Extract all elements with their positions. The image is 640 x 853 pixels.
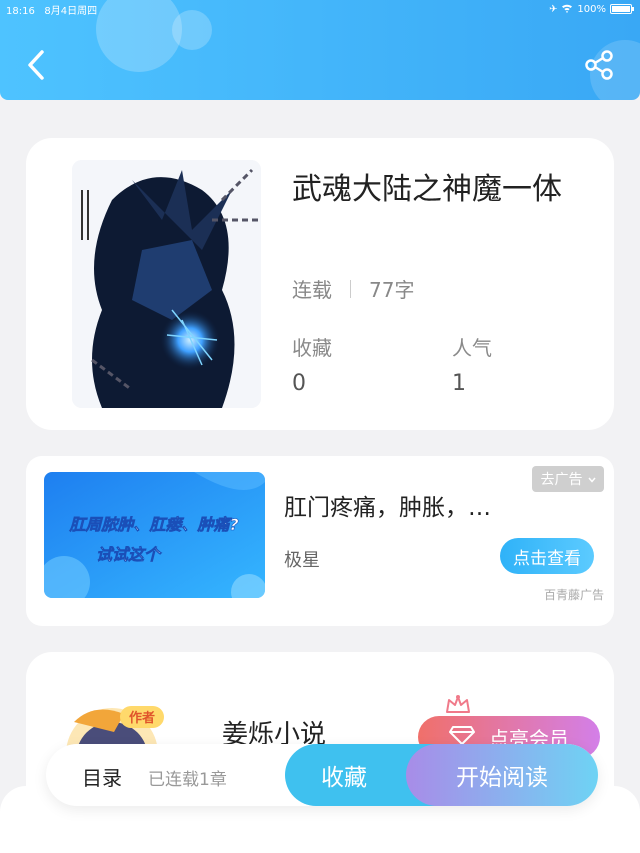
favorites-label: 收藏 (292, 336, 332, 360)
ad-source: 极星 (284, 550, 320, 571)
ad-image-text-2: 试试这个 (96, 545, 162, 564)
remove-ad-button[interactable]: 去广告 (532, 466, 604, 492)
ad-image-text-1: 肛周脓肿、肛瘘、肿痛? (68, 515, 238, 534)
crown-icon (444, 694, 472, 716)
book-cover-image[interactable] (72, 160, 261, 408)
chapter-count[interactable]: 已连载1章 (148, 765, 227, 790)
status-time: 18:16 (6, 5, 35, 17)
popularity-stat: 人气 1 (452, 332, 492, 396)
meta-divider (350, 279, 351, 298)
bottom-action-bar: 目录 已连载1章 收藏 开始阅读 (46, 744, 598, 806)
ad-card[interactable]: 肛周脓肿、肛瘘、肿痛? 试试这个 去广告 肛门疼痛，肿胀，… 极星 点击查看 百… (26, 456, 614, 626)
book-title: 武魂大陆之神魔一体 (292, 172, 562, 207)
battery-percent: 100% (577, 3, 606, 15)
share-icon (585, 50, 613, 80)
ad-image[interactable]: 肛周脓肿、肛瘘、肿痛? 试试这个 (44, 472, 265, 598)
book-status: 连载 (292, 278, 332, 302)
book-info-card: 武魂大陆之神魔一体 连载 77字 收藏 0 人气 1 (26, 138, 614, 430)
toc-button[interactable]: 目录 (82, 762, 122, 791)
book-word-count: 77字 (369, 278, 415, 302)
popularity-label: 人气 (452, 336, 492, 360)
decorative-bubble (172, 10, 212, 50)
wifi-icon (561, 3, 573, 16)
favorites-stat: 收藏 0 (292, 332, 332, 396)
ad-title[interactable]: 肛门疼痛，肿胀，… (284, 488, 534, 522)
back-button[interactable] (22, 48, 52, 82)
ad-tag: 百青藤广告 (543, 588, 604, 602)
ad-view-button[interactable]: 点击查看 (500, 538, 594, 574)
share-button[interactable] (582, 48, 616, 82)
popularity-value: 1 (452, 371, 466, 396)
status-date: 8月4日周四 (44, 5, 98, 17)
start-reading-button[interactable]: 开始阅读 (406, 744, 598, 806)
book-meta: 连载 77字 (292, 274, 414, 303)
battery-icon (610, 4, 634, 14)
top-header: 18:16 8月4日周四 ✈ 100% (0, 0, 640, 100)
airplane-icon: ✈ (549, 3, 558, 15)
favorites-value: 0 (292, 371, 306, 396)
chevron-left-icon (28, 50, 44, 80)
status-bar: 18:16 8月4日周四 ✈ 100% (6, 2, 634, 17)
author-badge: 作者 (129, 710, 155, 726)
remove-ad-label: 去广告 (540, 472, 583, 488)
chevron-down-icon (587, 471, 596, 487)
